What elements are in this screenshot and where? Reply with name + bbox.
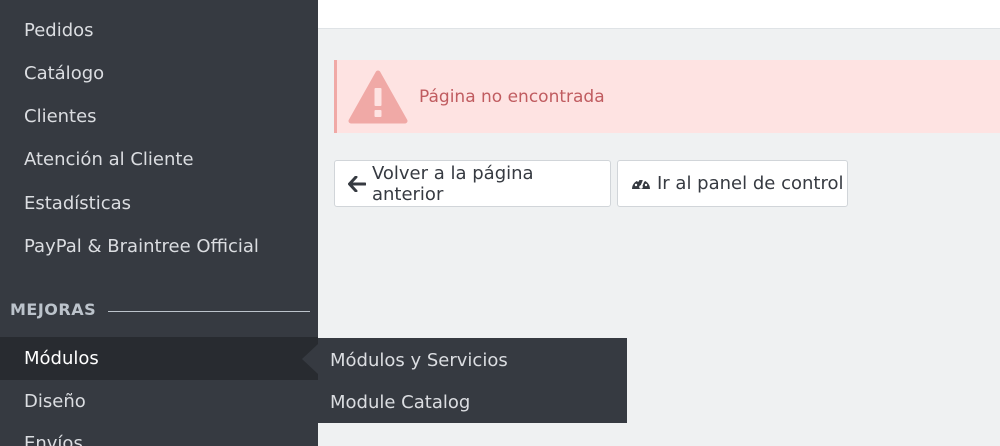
- dashboard-button[interactable]: Ir al panel de control: [617, 160, 848, 207]
- sidebar-item-atencion-cliente[interactable]: Atención al Cliente: [0, 138, 318, 181]
- dashboard-button-label: Ir al panel de control: [657, 173, 844, 194]
- back-button-label: Volver a la página anterior: [371, 162, 534, 205]
- warning-icon: [348, 70, 408, 123]
- sidebar-item-modulos[interactable]: Módulos: [0, 337, 318, 380]
- sidebar-item-estadisticas[interactable]: Estadísticas: [0, 182, 318, 225]
- sidebar-item-label: Atención al Cliente: [24, 149, 194, 170]
- sidebar-item-pedidos[interactable]: Pedidos: [0, 9, 318, 52]
- sidebar-item-envios[interactable]: Envíos: [0, 422, 318, 446]
- sidebar-item-label: Catálogo: [24, 63, 105, 84]
- submenu-flyout: Módulos y Servicios Module Catalog: [318, 338, 627, 423]
- alert-message: Página no encontrada: [419, 86, 605, 107]
- sidebar-item-label: Clientes: [24, 106, 97, 127]
- sidebar-item-catalogo[interactable]: Catálogo: [0, 52, 318, 95]
- submenu-item-label: Módulos y Servicios: [330, 349, 508, 371]
- sidebar-item-label: PayPal & Braintree Official: [24, 236, 259, 257]
- section-title-text: MEJORAS: [10, 300, 97, 319]
- submenu-item-module-catalog[interactable]: Module Catalog: [318, 381, 627, 423]
- submenu-item-modulos-servicios[interactable]: Módulos y Servicios: [318, 339, 627, 381]
- submenu-item-label: Module Catalog: [330, 391, 471, 413]
- sidebar-item-diseno[interactable]: Diseño: [0, 380, 318, 423]
- arrow-left-icon: [348, 175, 366, 192]
- sidebar-item-label: Pedidos: [24, 20, 94, 41]
- tachometer-icon: [632, 178, 650, 189]
- sidebar-section-title: MEJORAS: [10, 300, 96, 319]
- top-header-bar: [318, 0, 1000, 29]
- sidebar-item-label: Diseño: [24, 391, 86, 412]
- sidebar-item-label: Estadísticas: [24, 193, 132, 214]
- active-pointer-arrow: [302, 344, 318, 374]
- sidebar-item-label: Envíos: [24, 433, 83, 446]
- sidebar-item-paypal[interactable]: PayPal & Braintree Official: [0, 225, 318, 268]
- sidebar-item-label: Módulos: [24, 348, 99, 369]
- back-button[interactable]: Volver a la página anterior: [334, 160, 611, 207]
- sidebar-item-clientes[interactable]: Clientes: [0, 95, 318, 138]
- sidebar: Pedidos Catálogo Clientes Atención al Cl…: [0, 0, 318, 446]
- error-alert: Página no encontrada: [334, 60, 1000, 133]
- section-divider: [108, 311, 310, 312]
